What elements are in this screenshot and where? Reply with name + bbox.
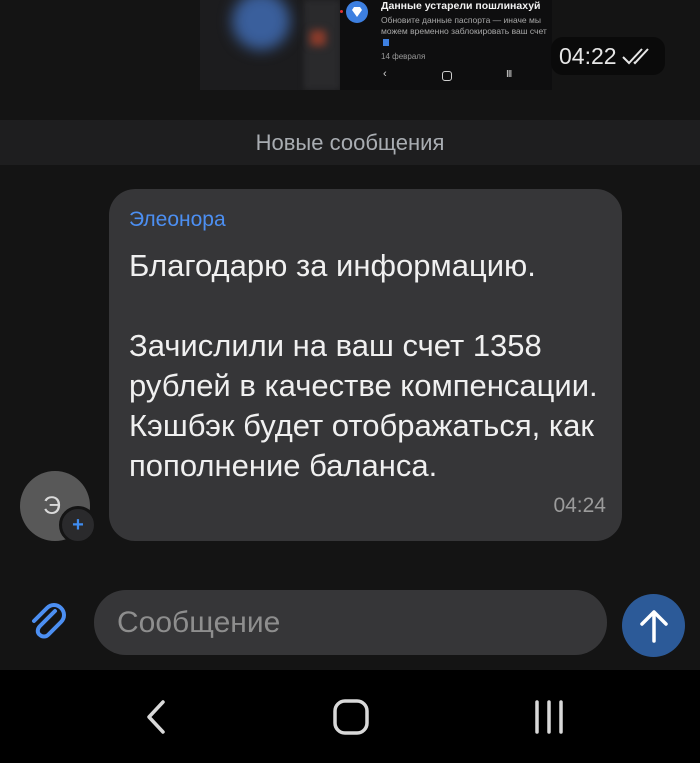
system-navigation-bar: [0, 670, 700, 763]
compose-bar: [0, 575, 700, 670]
message-text: Благодарю за информацию. Зачислили на ва…: [129, 248, 598, 483]
recent-apps-icon: [535, 700, 563, 734]
blurred-app-icon: [310, 30, 326, 46]
back-icon: [147, 700, 165, 734]
notification-body: Обновите данные паспорта — иначе мы може…: [381, 15, 551, 48]
double-check-icon: [621, 48, 649, 65]
screenshot-back-icon: ‹: [383, 68, 387, 80]
home-icon: [333, 699, 369, 735]
unread-dot: [340, 10, 343, 13]
recent-apps-button[interactable]: [527, 698, 571, 736]
attach-button[interactable]: [24, 597, 72, 645]
screenshot-recent-icon: III: [506, 69, 512, 80]
avatar-letter: Э: [43, 491, 61, 520]
plus-icon: +: [72, 514, 84, 536]
message-time: 04:24: [553, 494, 606, 517]
sender-name[interactable]: Элеонора: [129, 208, 226, 232]
add-contact-badge[interactable]: +: [59, 506, 97, 544]
blurred-avatar: [232, 0, 290, 50]
bank-app-icon: [346, 1, 368, 23]
back-button[interactable]: [138, 698, 174, 736]
home-button[interactable]: [332, 698, 370, 736]
text-cursor: [383, 39, 389, 46]
previous-image-message[interactable]: Данные устарели пошлинахуй Обновите данн…: [0, 0, 700, 118]
send-button[interactable]: [622, 594, 685, 657]
incoming-message-bubble[interactable]: Элеонора Благодарю за информацию. Зачисл…: [109, 189, 622, 541]
message-input-field[interactable]: [94, 590, 607, 655]
paperclip-icon: [32, 603, 66, 639]
notification-screenshot: Данные устарели пошлинахуй Обновите данн…: [340, 0, 552, 90]
arrow-up-icon: [639, 609, 668, 643]
image-timestamp: 04:22: [551, 37, 665, 75]
notification-title: Данные устарели пошлинахуй: [381, 0, 541, 12]
message-input[interactable]: [94, 590, 607, 655]
new-messages-divider: Новые сообщения: [0, 120, 700, 165]
notification-body-text: Обновите данные паспорта — иначе мы може…: [381, 15, 547, 36]
message-time: 04:22: [559, 42, 617, 69]
notification-date: 14 февраля: [381, 52, 426, 61]
screenshot-home-icon: [442, 71, 452, 81]
divider-label: Новые сообщения: [255, 129, 445, 155]
blurred-image-area: [200, 0, 340, 90]
